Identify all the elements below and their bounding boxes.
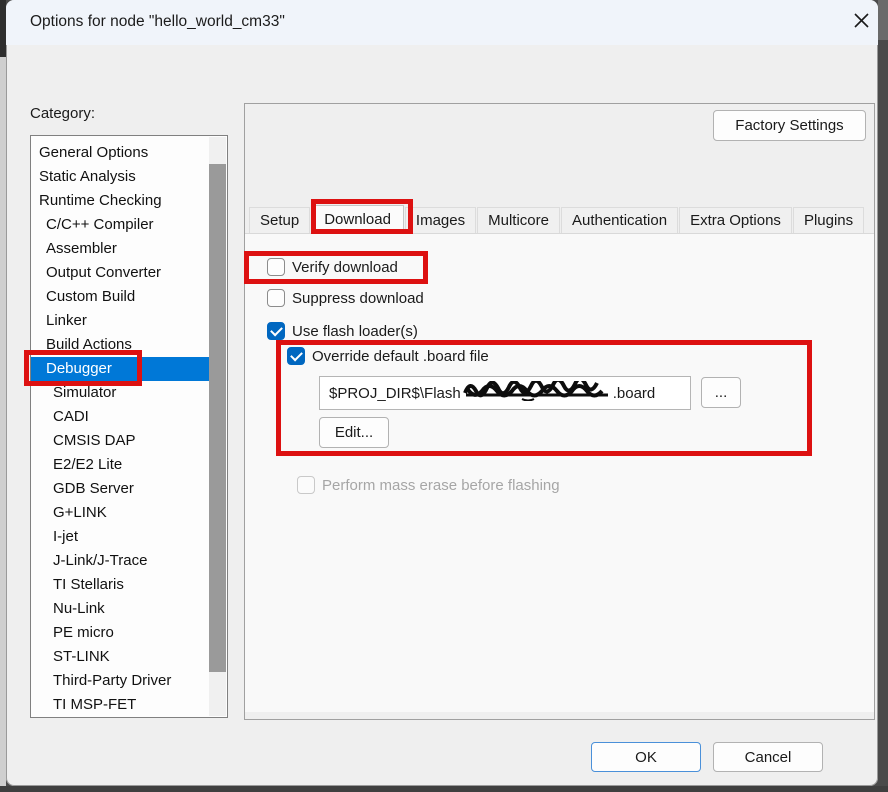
category-item-debugger[interactable]: Debugger: [31, 357, 210, 381]
scrollbar-thumb[interactable]: [209, 164, 226, 672]
close-icon: [853, 12, 870, 34]
tab-plugins[interactable]: Plugins: [793, 207, 864, 233]
use-flash-loaders-label: Use flash loader(s): [292, 323, 418, 340]
redaction-scribble: [462, 381, 612, 405]
category-item-general-options[interactable]: General Options: [31, 141, 210, 165]
verify-download-checkbox-row[interactable]: Verify download: [267, 258, 398, 276]
browse-button[interactable]: ...: [701, 377, 741, 408]
checkbox-checked-icon[interactable]: [267, 322, 285, 340]
tab-images[interactable]: Images: [405, 207, 476, 233]
checkbox-checked-icon[interactable]: [287, 347, 305, 365]
category-item-pe-micro[interactable]: PE micro: [31, 621, 210, 645]
category-item-gdb-server[interactable]: GDB Server: [31, 477, 210, 501]
tab-download[interactable]: Download: [311, 205, 404, 233]
category-label: Category:: [30, 105, 95, 122]
tab-setup[interactable]: Setup: [249, 207, 310, 233]
factory-settings-button[interactable]: Factory Settings: [713, 110, 866, 141]
category-item-st-link[interactable]: ST-LINK: [31, 645, 210, 669]
checkbox-unchecked-icon[interactable]: [267, 289, 285, 307]
use-flash-loaders-checkbox-row[interactable]: Use flash loader(s): [267, 322, 418, 340]
override-board-file-checkbox-row[interactable]: Override default .board file: [287, 347, 489, 365]
verify-download-label: Verify download: [292, 259, 398, 276]
cancel-button[interactable]: Cancel: [713, 742, 823, 772]
title-bar: Options for node "hello_world_cm33": [6, 0, 878, 45]
category-item-simulator[interactable]: Simulator: [31, 381, 210, 405]
category-item-j-link-j-trace[interactable]: J-Link/J-Trace: [31, 549, 210, 573]
category-item-cadi[interactable]: CADI: [31, 405, 210, 429]
tab-strip: SetupDownloadImagesMulticoreAuthenticati…: [249, 205, 865, 233]
path-prefix-text: $PROJ_DIR$\Flash: [329, 385, 461, 402]
category-item-g-link[interactable]: G+LINK: [31, 501, 210, 525]
override-board-file-label: Override default .board file: [312, 348, 489, 365]
tab-extra-options[interactable]: Extra Options: [679, 207, 792, 233]
category-list-scrollbar[interactable]: [209, 137, 226, 716]
background-window-right-strip: [878, 0, 888, 792]
mass-erase-checkbox-row: Perform mass erase before flashing: [297, 476, 560, 494]
category-item-build-actions[interactable]: Build Actions: [31, 333, 210, 357]
category-item-i-jet[interactable]: I-jet: [31, 525, 210, 549]
dialog-title: Options for node "hello_world_cm33": [30, 13, 285, 31]
category-item-custom-build[interactable]: Custom Build: [31, 285, 210, 309]
checkbox-unchecked-icon[interactable]: [267, 258, 285, 276]
board-file-path-input[interactable]: $PROJ_DIR$\Flash .board: [319, 376, 691, 410]
mass-erase-label: Perform mass erase before flashing: [322, 477, 560, 494]
category-item-runtime-checking[interactable]: Runtime Checking: [31, 189, 210, 213]
category-item-nu-link[interactable]: Nu-Link: [31, 597, 210, 621]
category-item-third-party-driver[interactable]: Third-Party Driver: [31, 669, 210, 693]
category-item-ti-msp-fet[interactable]: TI MSP-FET: [31, 693, 210, 717]
category-item-ti-stellaris[interactable]: TI Stellaris: [31, 573, 210, 597]
tab-authentication[interactable]: Authentication: [561, 207, 678, 233]
category-item-e2-e2-lite[interactable]: E2/E2 Lite: [31, 453, 210, 477]
path-suffix-text: .board: [613, 385, 656, 402]
close-button[interactable]: [846, 8, 876, 38]
background-window-bottom-strip: [0, 786, 888, 792]
edit-button[interactable]: Edit...: [319, 417, 389, 448]
options-dialog: Options for node "hello_world_cm33" Cate…: [6, 0, 878, 786]
category-item-static-analysis[interactable]: Static Analysis: [31, 165, 210, 189]
category-item-cmsis-dap[interactable]: CMSIS DAP: [31, 429, 210, 453]
suppress-download-label: Suppress download: [292, 290, 424, 307]
category-list[interactable]: General OptionsStatic AnalysisRuntime Ch…: [30, 135, 228, 718]
checkbox-disabled-icon: [297, 476, 315, 494]
suppress-download-checkbox-row[interactable]: Suppress download: [267, 289, 424, 307]
category-item-linker[interactable]: Linker: [31, 309, 210, 333]
category-item-output-converter[interactable]: Output Converter: [31, 261, 210, 285]
ok-button[interactable]: OK: [591, 742, 701, 772]
tab-multicore[interactable]: Multicore: [477, 207, 560, 233]
category-item-c-c-compiler[interactable]: C/C++ Compiler: [31, 213, 210, 237]
category-item-assembler[interactable]: Assembler: [31, 237, 210, 261]
category-list-items: General OptionsStatic AnalysisRuntime Ch…: [31, 141, 210, 717]
